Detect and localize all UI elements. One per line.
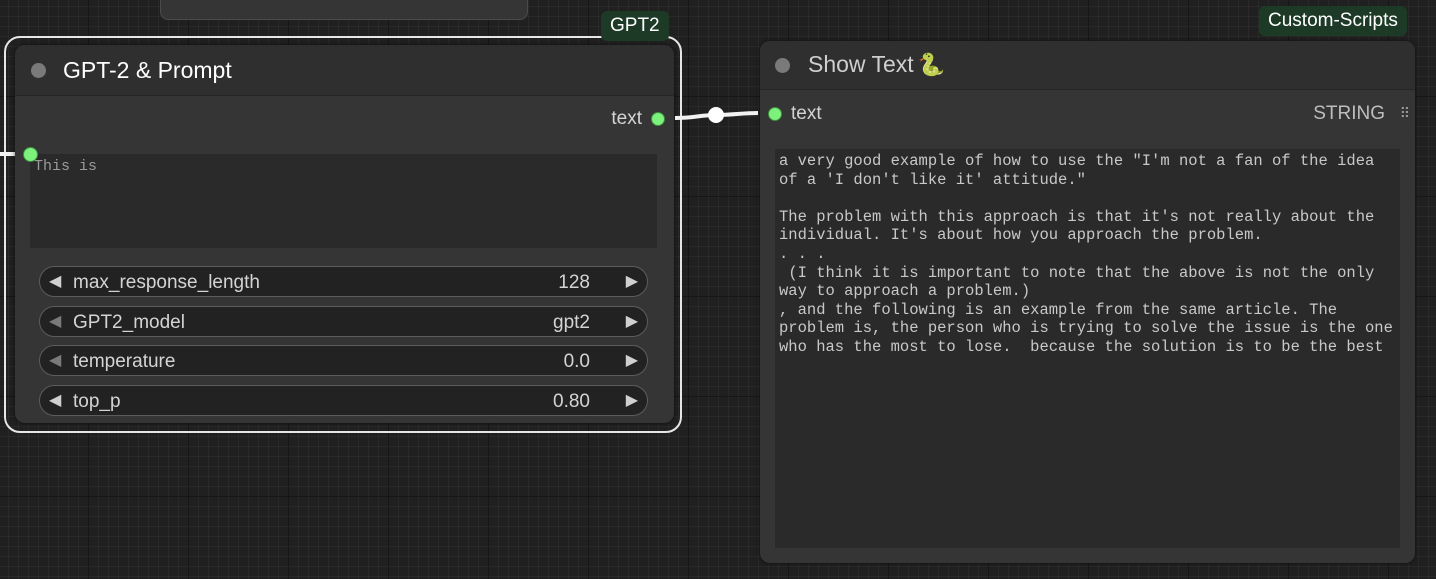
collapse-dot-icon[interactable] bbox=[775, 58, 790, 73]
link-midpoint-handle[interactable] bbox=[708, 107, 724, 123]
widget-gpt2-model[interactable]: ◀ GPT2_model gpt2 ▶ bbox=[39, 306, 648, 337]
collapse-dot-icon[interactable] bbox=[31, 63, 46, 78]
widget-name: max_response_length bbox=[73, 272, 260, 293]
prompt-textarea[interactable]: This is bbox=[30, 154, 657, 248]
partial-node-top[interactable] bbox=[160, 0, 528, 20]
output-slot-label: text bbox=[611, 108, 642, 129]
increment-arrow-icon[interactable]: ▶ bbox=[626, 350, 638, 370]
group-badge: GPT2 bbox=[601, 11, 669, 41]
input-slot-dot-icon[interactable] bbox=[768, 107, 782, 121]
decrement-arrow-icon[interactable]: ◀ bbox=[49, 390, 61, 410]
widget-value: 128 bbox=[558, 272, 590, 293]
increment-arrow-icon[interactable]: ▶ bbox=[626, 390, 638, 410]
decrement-arrow-icon[interactable]: ◀ bbox=[49, 271, 61, 291]
output-slot-dot-icon[interactable] bbox=[651, 112, 665, 126]
package-badge: Custom-Scripts bbox=[1259, 6, 1407, 36]
widget-name: top_p bbox=[73, 391, 121, 412]
node-title: GPT-2 & Prompt bbox=[63, 57, 232, 83]
show-text-node[interactable]: Show Text 🐍 text STRING ⠿ a very good exa… bbox=[760, 41, 1415, 563]
output-textarea[interactable]: a very good example of how to use the "I… bbox=[775, 149, 1400, 548]
snake-icon: 🐍 bbox=[917, 52, 946, 77]
widget-name: temperature bbox=[73, 351, 176, 372]
grid-handle-icon[interactable]: ⠿ bbox=[1400, 105, 1410, 122]
increment-arrow-icon[interactable]: ▶ bbox=[626, 311, 638, 331]
widget-max-response-length[interactable]: ◀ max_response_length 128 ▶ bbox=[39, 266, 648, 297]
input-slot-label: text bbox=[791, 103, 822, 124]
increment-arrow-icon[interactable]: ▶ bbox=[626, 271, 638, 291]
node-title-bar[interactable]: Show Text 🐍 bbox=[760, 41, 1415, 90]
decrement-arrow-icon[interactable]: ◀ bbox=[49, 311, 61, 331]
node-title: Show Text 🐍 bbox=[808, 51, 945, 78]
link-path[interactable] bbox=[674, 111, 759, 120]
input-type-label: STRING bbox=[1313, 103, 1385, 124]
widget-top-p[interactable]: ◀ top_p 0.80 ▶ bbox=[39, 385, 648, 416]
widget-value: 0.80 bbox=[553, 391, 590, 412]
widget-temperature[interactable]: ◀ temperature 0.0 ▶ bbox=[39, 345, 648, 376]
node-title-text: Show Text bbox=[808, 51, 914, 77]
widget-value: gpt2 bbox=[553, 312, 590, 333]
widget-name: GPT2_model bbox=[73, 312, 185, 333]
decrement-arrow-icon[interactable]: ◀ bbox=[49, 350, 61, 370]
gpt2-prompt-node[interactable]: GPT-2 & Prompt text This is ◀ max_respon… bbox=[15, 45, 674, 423]
node-title-bar[interactable]: GPT-2 & Prompt bbox=[15, 45, 674, 96]
widget-value: 0.0 bbox=[563, 351, 590, 372]
input-slot-dot-icon[interactable] bbox=[23, 147, 38, 162]
